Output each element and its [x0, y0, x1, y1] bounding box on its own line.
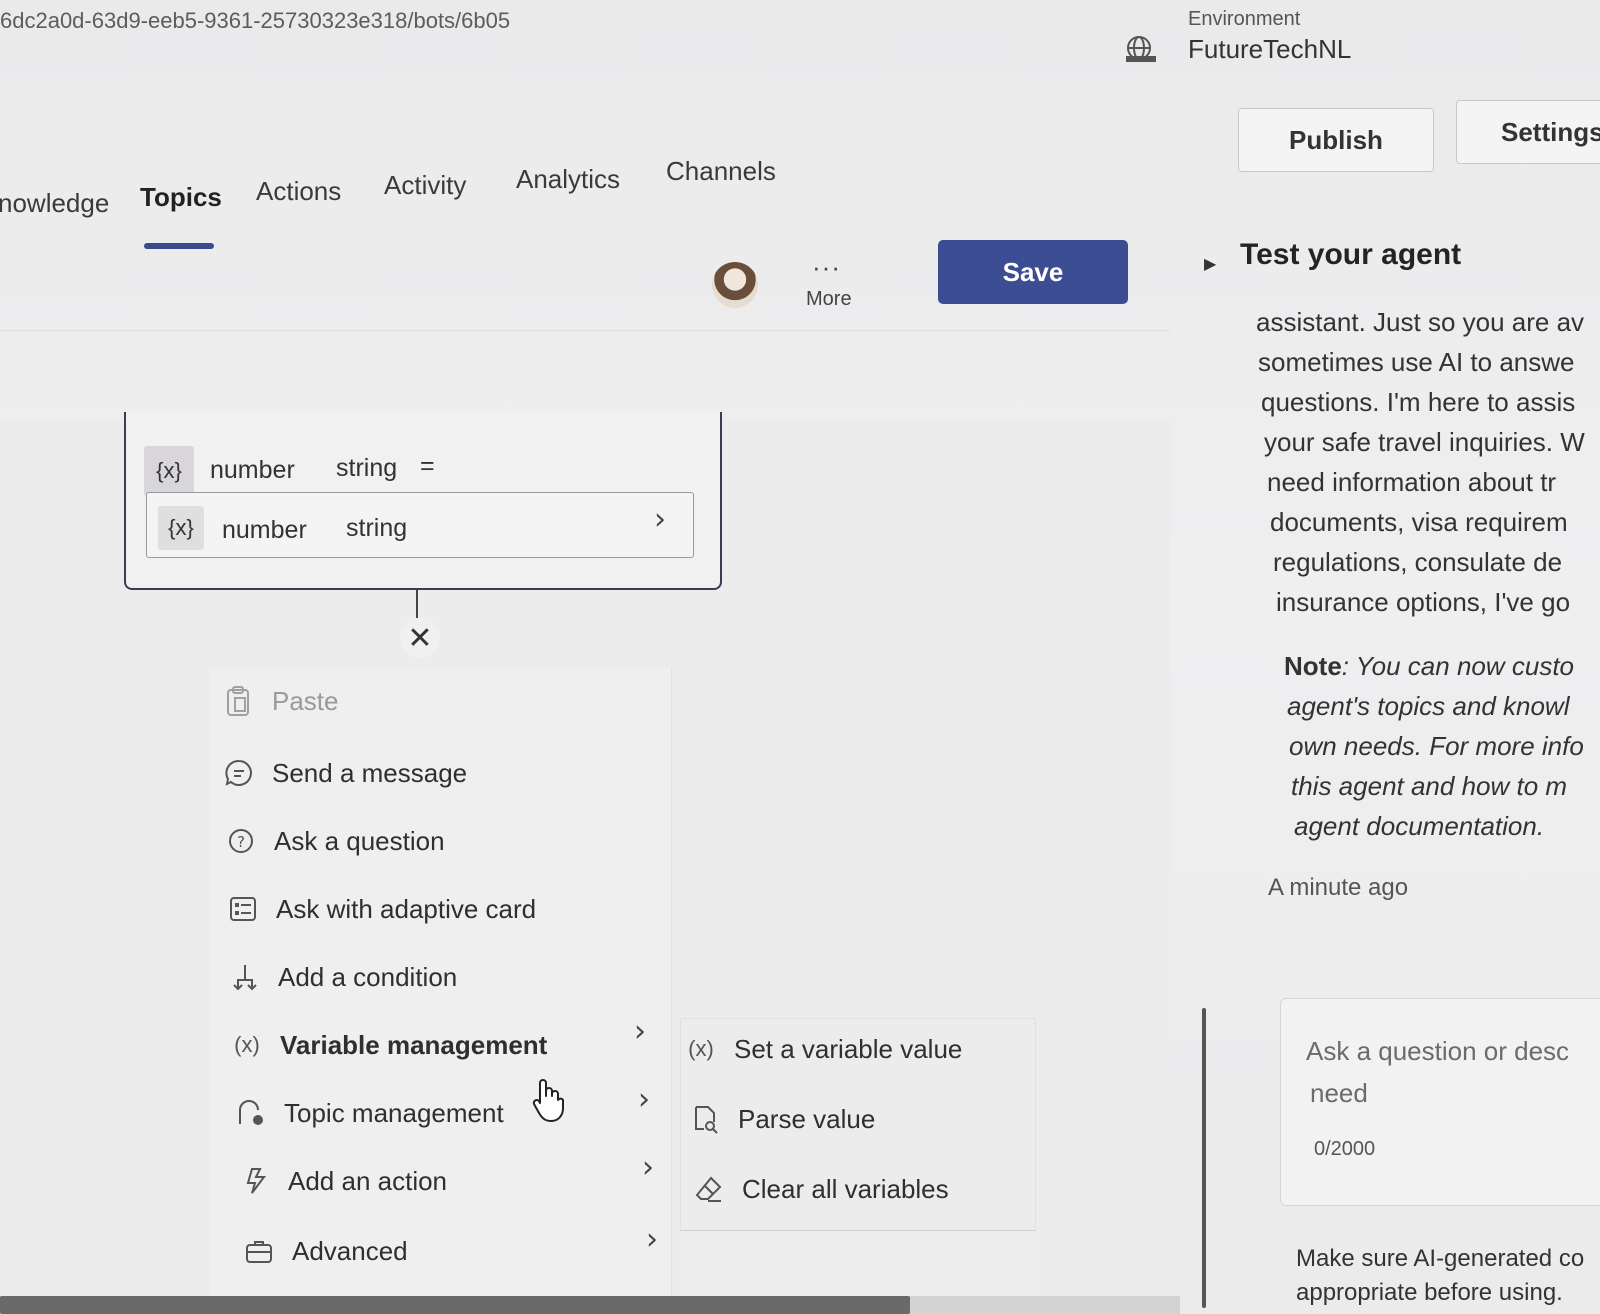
value-variable-name: number: [222, 516, 307, 544]
disclaimer-line: Make sure AI-generated co: [1296, 1245, 1585, 1272]
documentation-link[interactable]: agent documentation.: [1294, 806, 1600, 846]
menu-item-label: Advanced: [292, 1235, 408, 1266]
menu-item-label: Variable management: [280, 1029, 548, 1060]
branch-icon: [228, 960, 262, 994]
node-connector: [416, 590, 418, 618]
variable-type: string: [336, 454, 398, 482]
menu-item-label: Ask a question: [274, 825, 445, 856]
menu-item-topic-management[interactable]: Topic management: [234, 1096, 504, 1130]
placeholder-line: Ask a question or desc: [1306, 1036, 1570, 1066]
toolbar-divider: [0, 330, 1170, 331]
tab-topics[interactable]: Topics: [140, 182, 222, 213]
parse-icon: [688, 1102, 722, 1136]
note-line: this agent and how to m: [1291, 771, 1568, 801]
message-line: need information about tr: [1267, 467, 1557, 497]
message-line: sometimes use AI to answe: [1258, 347, 1575, 377]
note-bold: Note: [1284, 651, 1342, 681]
test-panel-title: Test your agent: [1240, 238, 1462, 271]
menu-item-variable-management[interactable]: (x) Variable management: [230, 1028, 547, 1062]
message-line: assistant. Just so you are av: [1256, 307, 1585, 337]
variable-icon: (x): [688, 1036, 714, 1061]
submenu-item-parse-value[interactable]: Parse value: [688, 1102, 875, 1136]
variable-name[interactable]: number: [210, 456, 295, 485]
environment-label: Environment: [1188, 8, 1301, 30]
disclaimer-line: appropriate before using.: [1296, 1279, 1563, 1306]
submenu-item-set-variable[interactable]: (x) Set a variable value: [684, 1032, 962, 1066]
topic-icon: [234, 1096, 268, 1130]
save-button[interactable]: Save: [938, 240, 1128, 304]
menu-item-add-action[interactable]: Add an action: [238, 1164, 447, 1198]
menu-item-label: Ask with adaptive card: [276, 893, 537, 924]
tab-channels[interactable]: Channels: [666, 156, 776, 187]
note-text: : You can now custo: [1341, 651, 1575, 681]
publish-button[interactable]: Publish: [1238, 108, 1434, 172]
menu-item-advanced[interactable]: Advanced: [242, 1234, 408, 1268]
tab-knowledge[interactable]: nowledge: [0, 188, 109, 219]
chevron-right-icon: ›: [642, 1150, 654, 1185]
equals-sign: =: [420, 452, 435, 480]
menu-item-label: Send a message: [272, 757, 468, 788]
tab-analytics[interactable]: Analytics: [516, 164, 620, 195]
question-icon: ?: [224, 824, 258, 858]
svg-text:?: ?: [237, 833, 245, 851]
agent-avatar[interactable]: [712, 262, 758, 308]
menu-item-send-message[interactable]: Send a message: [222, 756, 467, 790]
message-line: your safe travel inquiries. W: [1264, 427, 1585, 457]
menu-item-label: Clear all variables: [742, 1173, 949, 1204]
chevron-right-icon: ›: [634, 1014, 646, 1049]
tab-activity[interactable]: Activity: [384, 170, 466, 201]
tab-actions[interactable]: Actions: [256, 176, 341, 207]
chat-input-placeholder: Ask a question or desc need: [1306, 1030, 1600, 1114]
placeholder-line: need: [1310, 1078, 1368, 1108]
menu-item-label: Add a condition: [278, 961, 458, 992]
adaptive-card-icon: [226, 892, 260, 926]
eraser-icon: [692, 1172, 726, 1206]
message-icon: [222, 756, 256, 790]
chevron-right-icon[interactable]: ›: [654, 502, 666, 537]
menu-item-label: Set a variable value: [734, 1033, 963, 1064]
more-icon[interactable]: ···: [812, 252, 841, 283]
environment-name[interactable]: FutureTechNL: [1188, 34, 1351, 65]
variable-icon: (x): [234, 1032, 260, 1057]
action-icon: [238, 1164, 272, 1198]
menu-item-label: Topic management: [284, 1097, 504, 1128]
note-line: Note: You can now custo: [1284, 646, 1600, 686]
menu-item-paste[interactable]: Paste: [222, 684, 339, 718]
menu-item-label: Add an action: [288, 1165, 448, 1196]
agent-note: Note: You can now custo agent's topics a…: [1284, 646, 1600, 846]
horizontal-scrollbar-thumb[interactable]: [0, 1296, 910, 1314]
menu-item-label: Paste: [272, 685, 339, 716]
menu-item-ask-question[interactable]: ? Ask a question: [224, 824, 445, 858]
more-button-label[interactable]: More: [806, 288, 852, 311]
menu-item-add-condition[interactable]: Add a condition: [228, 960, 457, 994]
chevron-right-icon: ›: [638, 1082, 650, 1117]
menu-item-label: Parse value: [738, 1103, 876, 1134]
clipboard-icon: [222, 684, 256, 718]
ai-disclaimer: Make sure AI-generated co appropriate be…: [1296, 1242, 1600, 1310]
variable-chip-icon: {x}: [144, 446, 194, 496]
message-timestamp: A minute ago: [1268, 874, 1409, 901]
panel-resize-handle[interactable]: [1202, 1008, 1206, 1308]
briefcase-icon: [242, 1234, 276, 1268]
message-line: insurance options, I've go: [1276, 587, 1571, 617]
menu-item-adaptive-card[interactable]: Ask with adaptive card: [226, 892, 536, 926]
collapse-caret-icon[interactable]: ▶: [1204, 254, 1216, 274]
active-tab-indicator: [144, 243, 214, 249]
close-icon[interactable]: ✕: [400, 618, 440, 658]
value-variable-type: string: [346, 514, 408, 542]
character-count: 0/2000: [1314, 1138, 1376, 1160]
message-line: documents, visa requirem: [1270, 507, 1568, 537]
hand-cursor-icon: [532, 1079, 564, 1122]
variable-chip-icon: {x}: [158, 506, 204, 550]
url-bar-text: 6dc2a0d-63d9-eeb5-9361-25730323e318/bots…: [0, 8, 511, 33]
chevron-right-icon: ›: [646, 1222, 658, 1257]
environment-globe-icon: [1126, 36, 1156, 62]
note-line: agent's topics and knowl: [1287, 691, 1570, 721]
note-line: own needs. For more info: [1289, 731, 1584, 761]
submenu-item-clear-variables[interactable]: Clear all variables: [692, 1172, 949, 1206]
settings-button[interactable]: Settings: [1456, 100, 1600, 164]
message-line: regulations, consulate de: [1273, 547, 1563, 577]
message-line: questions. I'm here to assis: [1261, 387, 1576, 417]
agent-message: assistant. Just so you are av sometimes …: [1256, 302, 1600, 622]
